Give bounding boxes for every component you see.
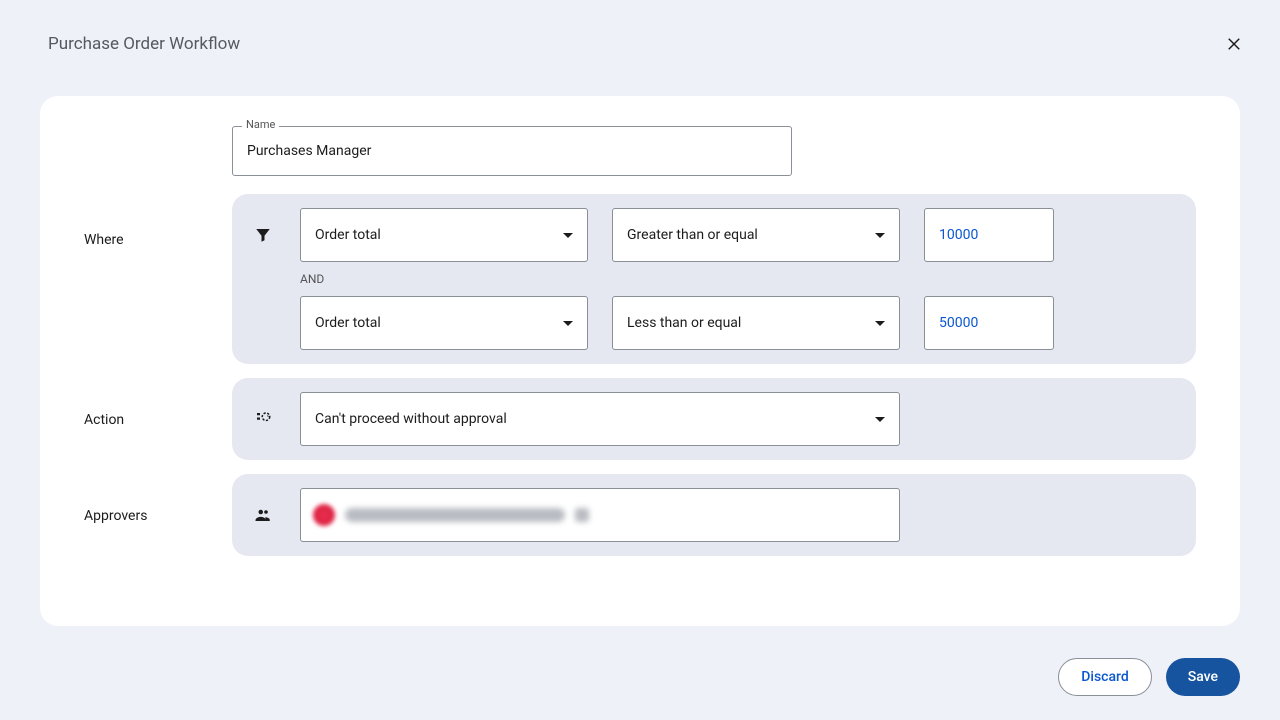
name-label: Name bbox=[242, 118, 279, 131]
caret-down-icon bbox=[563, 321, 573, 326]
where-panel: Order total Greater than or equal AND Or… bbox=[232, 194, 1196, 364]
condition-1: Order total Greater than or equal bbox=[250, 208, 1178, 262]
name-input[interactable] bbox=[232, 126, 792, 176]
name-field-wrap: Name bbox=[232, 126, 792, 176]
action-value: Can't proceed without approval bbox=[315, 411, 507, 427]
where-row: Where Order total Greater than or equal … bbox=[84, 194, 1196, 364]
cond1-value-input[interactable] bbox=[924, 208, 1054, 262]
close-icon bbox=[1225, 35, 1243, 53]
filter-icon bbox=[250, 226, 276, 244]
workflow-card: Name Where Order total Greater than or e… bbox=[40, 96, 1240, 626]
caret-down-icon bbox=[875, 321, 885, 326]
action-select[interactable]: Can't proceed without approval bbox=[300, 392, 900, 446]
close-button[interactable] bbox=[1220, 30, 1248, 58]
condition-2: Order total Less than or equal bbox=[250, 296, 1178, 350]
approver-name-redacted bbox=[345, 508, 565, 522]
cond1-op-value: Greater than or equal bbox=[627, 227, 758, 243]
cond1-field-value: Order total bbox=[315, 227, 381, 243]
dialog-footer: Discard Save bbox=[1058, 658, 1240, 696]
action-label: Action bbox=[84, 378, 232, 428]
caret-down-icon bbox=[563, 233, 573, 238]
cond1-op-select[interactable]: Greater than or equal bbox=[612, 208, 900, 262]
approvers-panel bbox=[232, 474, 1196, 556]
caret-down-icon bbox=[875, 233, 885, 238]
cond2-field-select[interactable]: Order total bbox=[300, 296, 588, 350]
dialog-header: Purchase Order Workflow bbox=[0, 0, 1280, 70]
dialog-title: Purchase Order Workflow bbox=[48, 34, 240, 54]
approvers-label: Approvers bbox=[84, 474, 232, 524]
approvers-line bbox=[250, 488, 1178, 542]
cond2-field-value: Order total bbox=[315, 315, 381, 331]
action-line: Can't proceed without approval bbox=[250, 392, 1178, 446]
approvers-row: Approvers bbox=[84, 474, 1196, 556]
discard-button[interactable]: Discard bbox=[1058, 658, 1151, 696]
approver-avatar bbox=[313, 504, 335, 526]
action-row: Action Can't proceed without approval bbox=[84, 378, 1196, 460]
approvers-input[interactable] bbox=[300, 488, 900, 542]
approver-chip-redacted bbox=[575, 508, 589, 522]
cond2-op-select[interactable]: Less than or equal bbox=[612, 296, 900, 350]
cond2-op-value: Less than or equal bbox=[627, 315, 741, 331]
and-connector: AND bbox=[250, 262, 1178, 296]
save-button[interactable]: Save bbox=[1166, 658, 1240, 696]
caret-down-icon bbox=[875, 417, 885, 422]
group-icon bbox=[250, 506, 276, 524]
cond2-value-input[interactable] bbox=[924, 296, 1054, 350]
cond1-field-select[interactable]: Order total bbox=[300, 208, 588, 262]
action-panel: Can't proceed without approval bbox=[232, 378, 1196, 460]
where-label: Where bbox=[84, 194, 232, 248]
action-icon bbox=[250, 410, 276, 428]
